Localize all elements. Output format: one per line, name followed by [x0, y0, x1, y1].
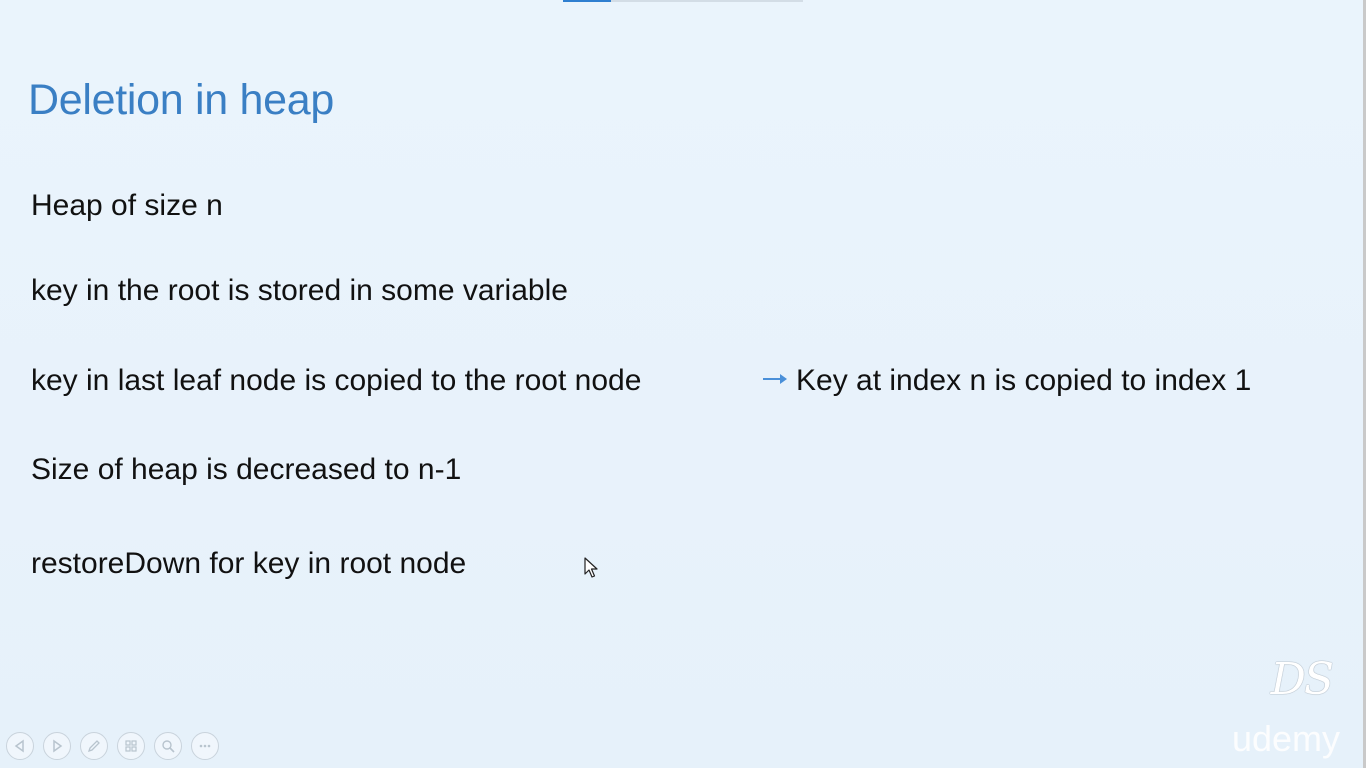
- pen-icon: [87, 740, 100, 753]
- slide-title: Deletion in heap: [28, 76, 334, 124]
- bullet-root-stored: key in the root is stored in some variab…: [31, 274, 568, 307]
- previous-slide-icon: [14, 739, 24, 753]
- slide-progress-bar: [563, 0, 803, 2]
- pen-button[interactable]: [80, 732, 108, 760]
- bullet-restore-down: restoreDown for key in root node: [31, 547, 467, 580]
- presentation-slide: Deletion in heap Heap of size n key in t…: [0, 0, 1366, 768]
- udemy-watermark: udemy: [1231, 718, 1340, 759]
- bullet-heap-size: Heap of size n: [31, 189, 223, 222]
- slideshow-controls: [6, 732, 219, 760]
- zoom-icon: [162, 740, 175, 753]
- next-slide-icon: [53, 739, 63, 753]
- next-slide-button[interactable]: [43, 732, 71, 760]
- more-options-button[interactable]: [191, 732, 219, 760]
- slides-grid-button[interactable]: [117, 732, 145, 760]
- index-copy-note: Key at index n is copied to index 1: [762, 364, 1251, 398]
- bullet-size-decreased: Size of heap is decreased to n-1: [31, 453, 462, 486]
- index-copy-text: Key at index n is copied to index 1: [796, 364, 1252, 397]
- slides-grid-icon: [125, 740, 137, 752]
- right-arrow-icon: [763, 374, 787, 385]
- slide-progress-fill: [563, 0, 611, 2]
- previous-slide-button[interactable]: [6, 732, 34, 760]
- zoom-button[interactable]: [154, 732, 182, 760]
- mouse-pointer-icon: [584, 557, 598, 578]
- more-options-icon: [199, 744, 211, 748]
- ds-logo-watermark: DS: [1270, 654, 1334, 705]
- bullet-leaf-copied: key in last leaf node is copied to the r…: [31, 364, 642, 397]
